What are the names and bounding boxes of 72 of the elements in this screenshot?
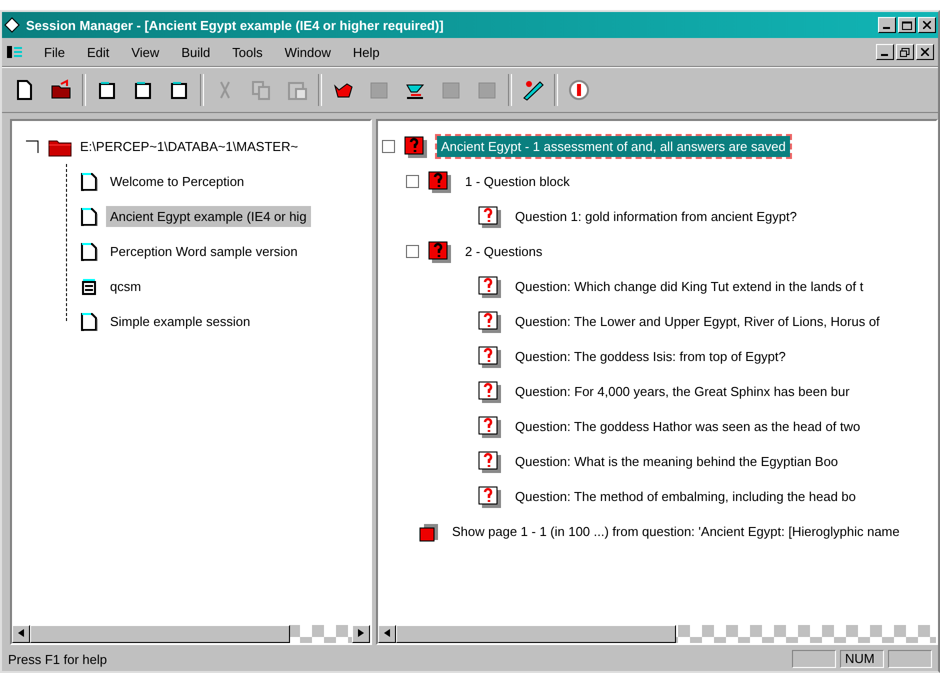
question-icon	[477, 274, 503, 298]
question-label[interactable]: Question: Which change did King Tut extend in the lands of t	[511, 276, 868, 297]
menu-item[interactable]: Window	[282, 44, 333, 60]
outline-item[interactable]: Show page 1 - 1 (in 100 ...) from question: 'Ancient Egypt: [Hieroglyphic name	[448, 521, 904, 542]
scroll-left-button[interactable]	[378, 625, 396, 643]
question-label[interactable]: Question: The Lower and Upper Egypt, River of Lions, Horus of	[511, 311, 884, 332]
checkbox[interactable]	[382, 140, 395, 153]
status-panel	[888, 650, 932, 668]
question-label[interactable]: Question: The goddess Hathor was seen as the head of two	[511, 416, 864, 437]
question-icon	[477, 344, 503, 368]
scrollbar-thumb[interactable]	[396, 625, 676, 643]
question-block-icon	[427, 170, 453, 194]
question-label[interactable]: Question: The goddess Isis: from top of Egypt?	[511, 346, 790, 367]
document-icon	[80, 172, 98, 190]
tree-item[interactable]: qcsm	[106, 276, 146, 297]
tree-line-icon	[26, 140, 40, 154]
menu-item[interactable]: Help	[350, 44, 382, 60]
outline-item[interactable]: Ancient Egypt - 1 assessment of and, all answers are saved	[437, 136, 790, 157]
scroll-left-button[interactable]	[12, 625, 30, 643]
question-icon	[477, 380, 503, 404]
outline-item[interactable]: 2 - Questions	[461, 241, 546, 262]
document-icon	[80, 242, 98, 260]
tree-item[interactable]: E:\PERCEP~1\DATABA~1\MASTER~	[80, 139, 298, 154]
document-menu-icon[interactable]	[6, 44, 24, 60]
tree-item[interactable]: Welcome to Perception	[106, 171, 248, 192]
restore-icon	[900, 48, 910, 56]
status-panel	[792, 650, 836, 668]
status-text: Press F1 for help	[8, 652, 108, 666]
right-arrow-icon	[358, 629, 364, 637]
outline-item[interactable]: 1 - Question block	[461, 171, 574, 192]
menu-item[interactable]: View	[129, 44, 162, 60]
minimize-button[interactable]	[876, 44, 894, 60]
close-icon	[923, 21, 931, 29]
close-button[interactable]	[916, 44, 934, 60]
app-icon	[4, 17, 20, 33]
horizontal-scrollbar[interactable]	[378, 625, 936, 643]
checkbox[interactable]	[406, 245, 419, 258]
question-icon	[477, 484, 503, 508]
status-indicator: NUM	[840, 650, 884, 668]
scrollbar-thumb[interactable]	[30, 625, 290, 643]
maximize-icon	[902, 20, 912, 30]
close-button[interactable]	[918, 17, 936, 33]
question-block-icon	[427, 240, 453, 264]
document-icon	[80, 312, 98, 330]
document-icon	[80, 208, 98, 226]
left-arrow-icon	[18, 629, 24, 637]
question-label[interactable]: Question: The method of embalming, including the head bo	[511, 486, 860, 507]
maximize-button[interactable]	[898, 17, 916, 33]
scroll-right-button[interactable]	[352, 625, 370, 643]
menu-item[interactable]: File	[42, 44, 67, 60]
tree-item[interactable]: Perception Word sample version	[106, 241, 302, 262]
horizontal-scrollbar[interactable]	[12, 625, 370, 643]
close-icon	[921, 48, 929, 56]
question-label[interactable]: Question: For 4,000 years, the Great Sphinx has been bur	[511, 381, 854, 402]
question-icon	[477, 414, 503, 438]
question-icon	[477, 450, 503, 474]
window-title: Session Manager - [Ancient Egypt example (IE4 or higher required)]	[26, 18, 445, 32]
menu-item[interactable]: Tools	[230, 44, 265, 60]
tree-item[interactable]: Ancient Egypt example (IE4 or hig	[106, 206, 311, 227]
minimize-button[interactable]	[878, 17, 896, 33]
question-label[interactable]: Question: What is the meaning behind the Egyptian Boo	[511, 451, 842, 472]
question-icon	[477, 310, 503, 334]
left-arrow-icon	[384, 629, 390, 637]
menu-item[interactable]: Build	[179, 44, 212, 60]
question-icon	[477, 204, 503, 228]
question-label[interactable]: Question 1: gold information from ancient Egypt?	[511, 206, 801, 227]
list-icon	[80, 278, 98, 296]
tree-item[interactable]: Simple example session	[106, 311, 254, 332]
menu-item[interactable]: Edit	[84, 44, 112, 60]
checkbox[interactable]	[406, 175, 419, 188]
session-icon	[403, 134, 429, 158]
restore-button[interactable]	[896, 44, 914, 60]
